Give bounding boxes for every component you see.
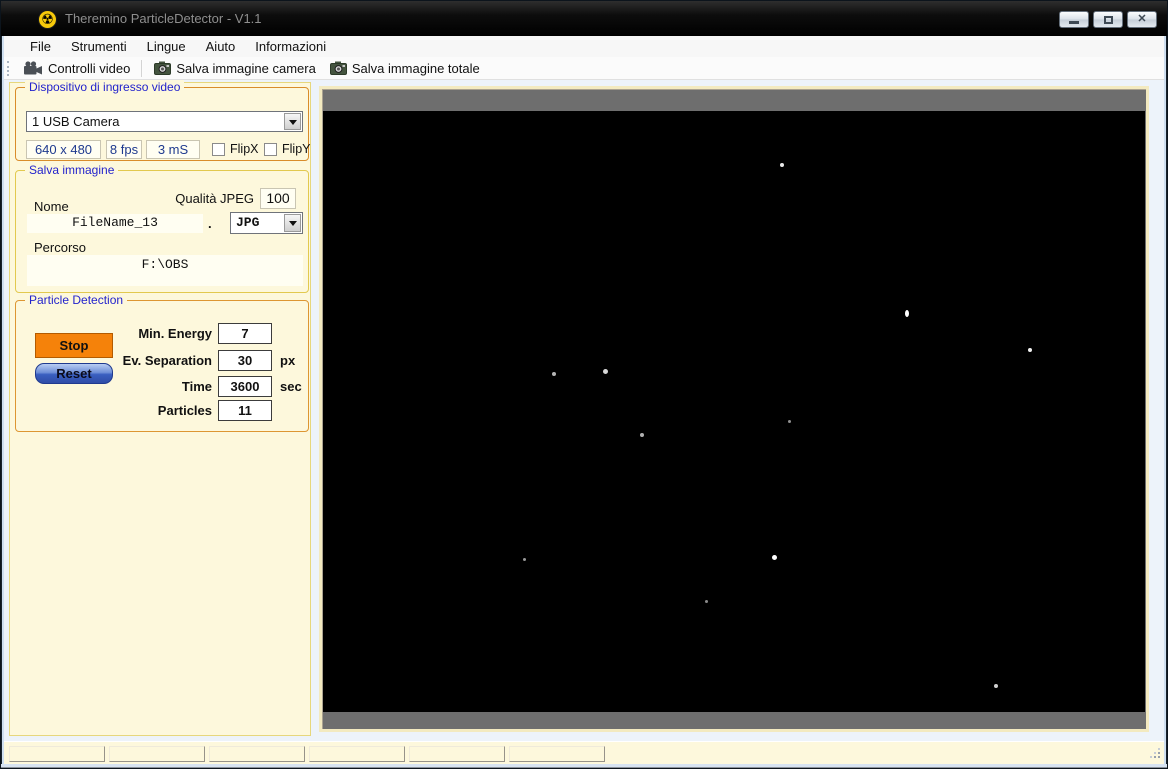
particle-detection-group: Particle Detection Stop Reset Min. Energ…: [15, 293, 309, 432]
time-field[interactable]: 3600: [218, 376, 272, 397]
filename-field[interactable]: FileName_13: [27, 214, 203, 233]
jpeg-quality-field[interactable]: 100: [260, 188, 296, 209]
menu-file[interactable]: File: [20, 37, 61, 56]
flipy-label: FlipY: [282, 142, 311, 156]
salva-immagine-totale-label: Salva immagine totale: [351, 60, 480, 76]
device-group: Dispositivo di ingresso video 1 USB Came…: [15, 80, 311, 161]
status-panel: [409, 746, 505, 762]
toolbar: Controlli video Salva immagine camera Sa…: [3, 57, 1167, 80]
chevron-down-icon[interactable]: [284, 214, 301, 232]
window-frame: [1164, 36, 1166, 764]
resolution-field[interactable]: 640 x 480: [26, 140, 101, 159]
menu-strumenti[interactable]: Strumenti: [61, 37, 137, 56]
window-frame: [2, 36, 4, 764]
status-panel: [309, 746, 405, 762]
particle-dot: [905, 310, 909, 317]
flipx-checkbox[interactable]: [212, 143, 225, 156]
min-energy-label: Min. Energy: [138, 326, 212, 341]
close-icon: ✕: [1137, 13, 1147, 25]
chevron-down-icon[interactable]: [284, 113, 301, 130]
video-camera-icon: [23, 60, 43, 76]
ev-separation-label: Ev. Separation: [122, 353, 212, 368]
min-energy-field[interactable]: 7: [218, 323, 272, 344]
particle-dot: [788, 420, 791, 423]
particle-dot: [640, 433, 644, 437]
camera-select-value: 1 USB Camera: [32, 114, 120, 129]
particle-dot: [994, 684, 998, 688]
particles-label: Particles: [157, 403, 212, 418]
flipy-checkbox[interactable]: [264, 143, 277, 156]
time-label: Time: [181, 379, 212, 394]
title-bar: ☢ Theremino ParticleDetector - V1.1 ✕: [1, 1, 1167, 36]
particle-dot: [523, 558, 526, 561]
toolbar-grip[interactable]: [7, 60, 10, 76]
menu-aiuto[interactable]: Aiuto: [196, 37, 246, 56]
path-label: Percorso: [34, 240, 87, 255]
detection-group-title: Particle Detection: [25, 293, 128, 307]
window-frame: [1166, 36, 1167, 768]
camera-icon: [154, 61, 172, 75]
window-title: Theremino ParticleDetector - V1.1: [65, 11, 262, 26]
video-panel: [319, 86, 1149, 732]
ev-separation-unit: px: [280, 353, 296, 368]
status-panel: [9, 746, 105, 762]
minimize-button[interactable]: [1059, 11, 1089, 28]
status-bar: [3, 741, 1167, 764]
settings-panel: Dispositivo di ingresso video 1 USB Came…: [9, 80, 311, 736]
salva-immagine-camera-label: Salva immagine camera: [176, 60, 316, 76]
save-group-title: Salva immagine: [25, 163, 119, 177]
maximize-icon: [1103, 15, 1113, 24]
salva-immagine-camera-button[interactable]: Salva immagine camera: [147, 59, 322, 78]
format-select-value: JPG: [236, 215, 260, 230]
salva-immagine-totale-button[interactable]: Salva immagine totale: [323, 59, 487, 78]
particle-dot: [772, 555, 777, 560]
save-image-group: Salva immagine Qualità JPEG 100 Nome Fil…: [15, 163, 309, 293]
minimize-icon: [1069, 21, 1079, 24]
maximize-button[interactable]: [1093, 11, 1123, 28]
camera-select[interactable]: 1 USB Camera: [26, 111, 303, 132]
exposure-field[interactable]: 3 mS: [146, 140, 200, 159]
radiation-icon: ☢: [38, 10, 57, 29]
status-panel: [109, 746, 205, 762]
menu-lingue[interactable]: Lingue: [137, 37, 196, 56]
particle-dot: [603, 369, 608, 374]
ev-separation-field[interactable]: 30: [218, 350, 272, 371]
resize-grip[interactable]: [1149, 747, 1161, 759]
time-unit: sec: [280, 379, 302, 394]
flipx-label: FlipX: [230, 142, 259, 156]
status-panel: [209, 746, 305, 762]
app-window: ☢ Theremino ParticleDetector - V1.1 ✕ Fi…: [0, 0, 1168, 769]
controlli-video-label: Controlli video: [48, 60, 131, 76]
jpeg-quality-label: Qualità JPEG: [175, 191, 254, 206]
particles-count-field[interactable]: 11: [218, 400, 272, 421]
toolbar-separator: [141, 59, 144, 77]
filename-label: Nome: [34, 199, 69, 214]
particle-dot: [705, 600, 708, 603]
particle-dot: [780, 163, 784, 167]
menu-bar: File Strumenti Lingue Aiuto Informazioni: [3, 36, 1167, 57]
status-panel: [509, 746, 605, 762]
extension-dot: .: [208, 216, 212, 231]
particle-dot: [552, 372, 556, 376]
fps-field[interactable]: 8 fps: [106, 140, 142, 159]
format-select[interactable]: JPG: [230, 212, 303, 234]
close-button[interactable]: ✕: [1127, 11, 1157, 28]
controlli-video-button[interactable]: Controlli video: [16, 59, 137, 78]
particle-dot: [1028, 348, 1032, 352]
video-canvas: [323, 111, 1145, 712]
camera-icon: [329, 61, 347, 75]
menu-informazioni[interactable]: Informazioni: [245, 37, 336, 56]
path-field[interactable]: F:\OBS: [27, 255, 303, 286]
device-group-title: Dispositivo di ingresso video: [25, 80, 185, 94]
